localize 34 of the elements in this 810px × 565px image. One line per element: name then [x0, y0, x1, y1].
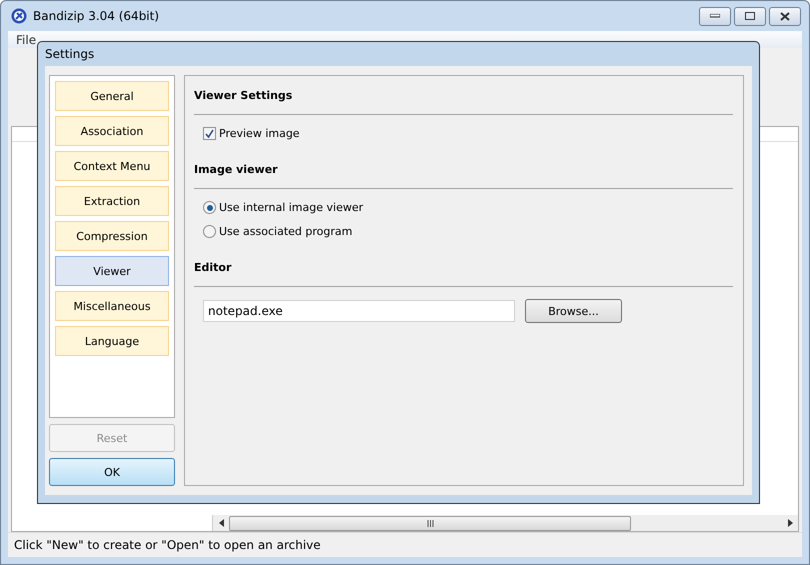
- category-button[interactable]: Language: [55, 326, 169, 356]
- maximize-button[interactable]: [734, 6, 766, 26]
- window-title: Bandizip 3.04 (64bit): [33, 9, 160, 23]
- section-heading: Image viewer: [194, 163, 278, 176]
- category-button[interactable]: General: [55, 81, 169, 111]
- left-arrow-icon[interactable]: [218, 519, 224, 527]
- section-heading: Viewer Settings: [194, 89, 292, 102]
- category-button[interactable]: Miscellaneous: [55, 291, 169, 321]
- close-icon: [780, 12, 790, 20]
- category-button[interactable]: Viewer: [55, 256, 169, 286]
- path-field[interactable]: notepad.exe: [203, 300, 515, 322]
- category-button[interactable]: Association: [55, 116, 169, 146]
- radio-label[interactable]: Use associated program: [219, 225, 352, 238]
- horizontal-scrollbar[interactable]: [212, 515, 798, 531]
- minimize-button[interactable]: [699, 6, 731, 26]
- checkbox-label[interactable]: Preview image: [219, 127, 300, 140]
- category-button[interactable]: Compression: [55, 221, 169, 251]
- checkbox[interactable]: [203, 127, 216, 140]
- menu-item[interactable]: File: [16, 32, 36, 46]
- minimize-icon: [710, 14, 720, 18]
- radio-button[interactable]: [203, 225, 216, 238]
- radio-label[interactable]: Use internal image viewer: [219, 201, 364, 214]
- ok-button[interactable]: OK: [49, 458, 175, 486]
- category-button[interactable]: Extraction: [55, 186, 169, 216]
- section-heading: Editor: [194, 261, 232, 274]
- browse-button[interactable]: Browse...: [525, 299, 622, 323]
- dialog-title: Settings: [45, 47, 94, 61]
- category-button[interactable]: Context Menu: [55, 151, 169, 181]
- close-button[interactable]: [769, 6, 801, 26]
- radio-button[interactable]: [203, 201, 216, 214]
- maximize-icon: [745, 12, 755, 20]
- grip-icon: [426, 520, 434, 526]
- right-arrow-icon[interactable]: [788, 519, 792, 527]
- status-text: Click "New" to create or "Open" to open an archive: [14, 538, 321, 552]
